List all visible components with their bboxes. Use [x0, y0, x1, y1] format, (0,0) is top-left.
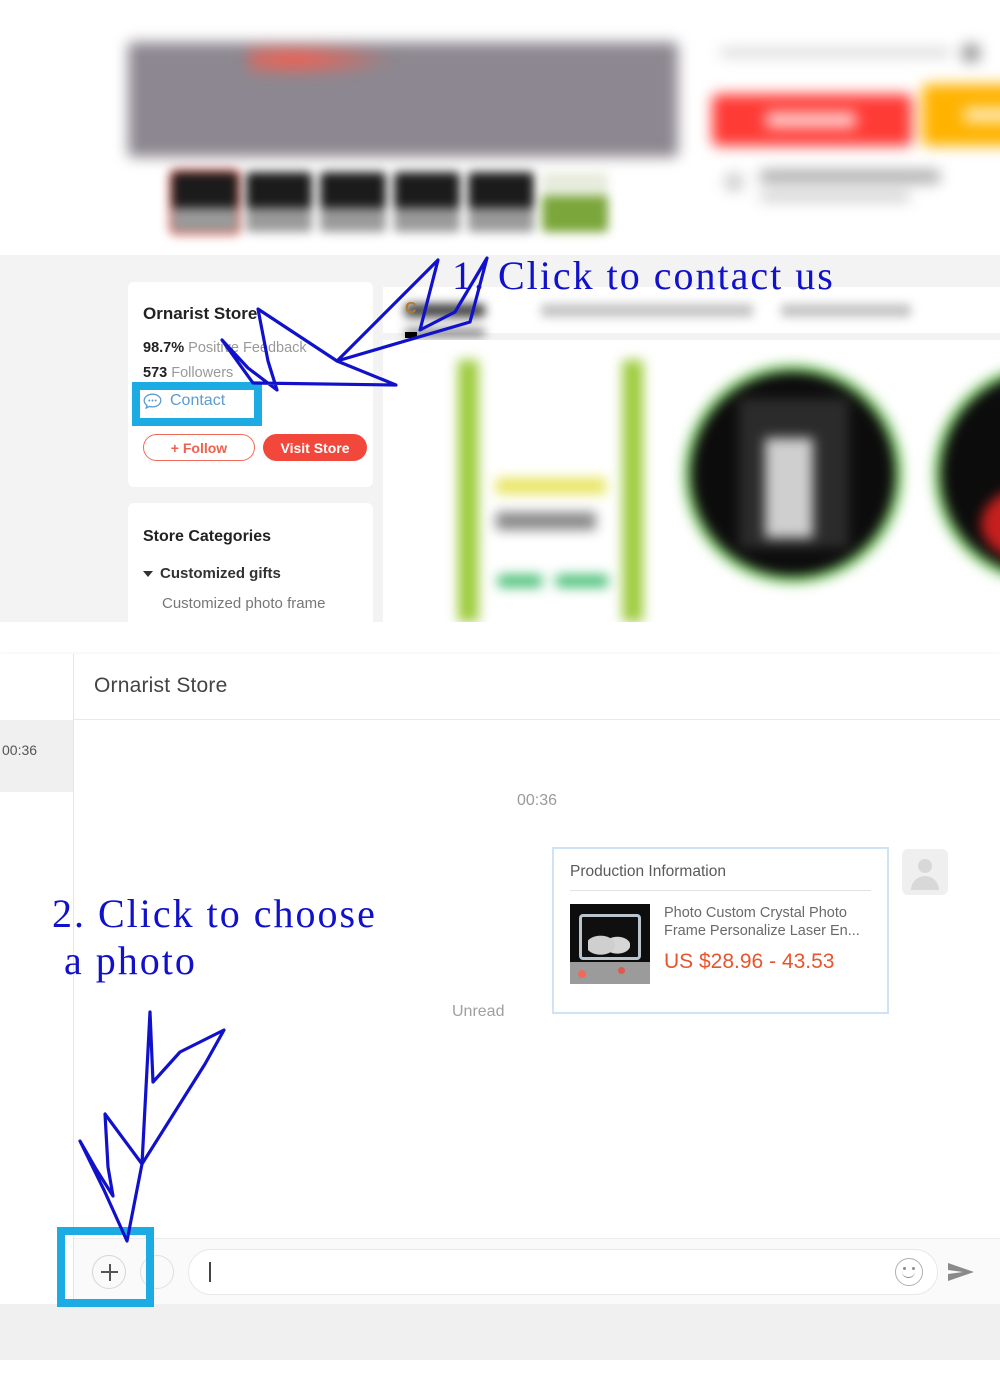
follow-button[interactable]: + Follow	[143, 434, 255, 461]
detail-image-poster	[458, 360, 643, 622]
store-action-buttons: + Follow Visit Store	[143, 434, 367, 461]
tab-active-underline	[405, 332, 417, 338]
product-thumbnail[interactable]	[172, 172, 238, 232]
tab-description[interactable]	[405, 304, 485, 317]
conversation-time: 00:36	[2, 742, 38, 758]
chevron-down-icon	[143, 570, 153, 577]
store-followers-label: Followers	[171, 365, 234, 381]
product-thumbnail[interactable]	[320, 172, 386, 232]
highlight-box-contact	[132, 382, 262, 426]
store-categories-card: Store Categories Customized gifts Custom…	[128, 503, 373, 622]
store-followers-value: 573	[143, 365, 168, 381]
tab-active-label[interactable]: C	[405, 300, 417, 318]
product-page-panel: C Ornarist Store 98.7% Positive Feedback…	[0, 0, 1000, 622]
store-categories-title: Store Categories	[143, 528, 272, 545]
product-card-price: US $28.96 - 43.53	[664, 950, 835, 974]
product-card-title: Production Information	[570, 863, 871, 891]
unread-label: Unread	[452, 1003, 505, 1020]
tab-specifications[interactable]	[781, 304, 911, 317]
buyer-protection-icon	[724, 172, 744, 192]
screenshot-root: C Ornarist Store 98.7% Positive Feedback…	[0, 0, 1000, 1393]
product-card-thumbnail	[570, 904, 650, 984]
product-information-card[interactable]: Production Information Photo Custom Crys…	[552, 847, 889, 1014]
visit-store-button[interactable]: Visit Store	[263, 434, 367, 461]
chat-message: Production Information Photo Custom Crys…	[552, 847, 948, 1014]
product-thumbnail[interactable]	[468, 172, 534, 232]
message-timestamp: 00:36	[516, 792, 558, 809]
product-thumbnail-strip	[172, 172, 608, 232]
tab-active-indicator	[405, 330, 485, 335]
buyer-protection-sub	[760, 192, 910, 201]
add-to-cart-button[interactable]	[922, 84, 1000, 146]
panel-gap	[0, 622, 1000, 654]
product-detail-gallery	[383, 340, 1000, 622]
category-item[interactable]: Customized photo frame	[162, 595, 325, 612]
store-name: Ornarist Store	[143, 304, 258, 323]
wishlist-icon[interactable]	[962, 44, 980, 62]
detail-image-circle	[933, 364, 1000, 584]
chat-input-bar	[74, 1238, 1000, 1304]
highlight-box-attach	[57, 1227, 154, 1307]
store-feedback-label: Positive Feedback	[188, 340, 307, 356]
store-followers: 573 Followers	[143, 365, 233, 381]
page-footer-band	[0, 1304, 1000, 1360]
buy-now-button[interactable]	[712, 94, 912, 146]
detail-image-circle	[683, 364, 903, 584]
purchase-block	[712, 42, 1000, 232]
product-thumbnail[interactable]	[246, 172, 312, 232]
message-input[interactable]	[188, 1248, 938, 1295]
category-group[interactable]: Customized gifts	[143, 565, 281, 582]
avatar	[902, 849, 948, 895]
chat-header: Ornarist Store	[74, 654, 1000, 720]
send-arrow-icon[interactable]	[938, 1261, 984, 1283]
buyer-protection-title	[760, 170, 940, 183]
tab-customer-reviews[interactable]	[541, 304, 753, 317]
product-card-name: Photo Custom Crystal Photo Frame Persona…	[664, 905, 860, 940]
store-feedback: 98.7% Positive Feedback	[143, 340, 307, 356]
store-feedback-value: 98.7%	[143, 340, 185, 356]
product-thumbnail[interactable]	[542, 172, 608, 232]
quantity-row	[720, 48, 950, 57]
product-thumbnail[interactable]	[394, 172, 460, 232]
category-group-label: Customized gifts	[160, 565, 281, 582]
annotation-step-1: 1. Click to contact us	[452, 253, 835, 298]
product-main-image[interactable]	[128, 42, 678, 157]
smiley-icon[interactable]	[895, 1257, 923, 1286]
annotation-step-2: 2. Click to choose a photo	[52, 891, 377, 984]
chat-title: Ornarist Store	[94, 674, 228, 697]
text-caret	[209, 1261, 211, 1282]
page-footer-white	[0, 1360, 1000, 1393]
